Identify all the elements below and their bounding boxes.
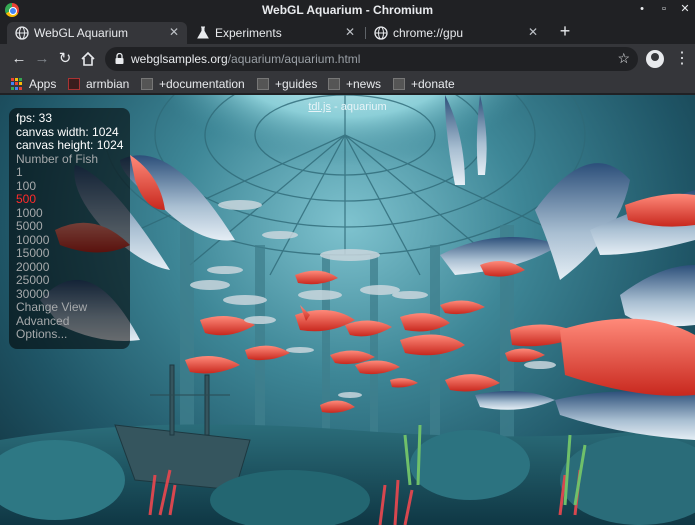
bookmark-news[interactable]: +news	[328, 76, 388, 92]
bookmarks-bar: Apps armbian +documentation +guides +new…	[0, 74, 695, 94]
bookmark-star-icon[interactable]: ☆	[617, 50, 630, 67]
url-text: webglsamples.org/aquarium/aquarium.html	[131, 52, 360, 66]
globe-icon	[15, 26, 29, 40]
bookmark-label: +documentation	[159, 77, 245, 91]
window-title: WebGL Aquarium - Chromium	[261, 3, 434, 17]
tab-webgl-aquarium[interactable]: WebGL Aquarium ✕	[7, 22, 187, 44]
profile-avatar[interactable]	[646, 50, 664, 68]
bookmark-label: +guides	[275, 77, 318, 91]
apps-grid-icon	[11, 78, 23, 90]
tab-strip: WebGL Aquarium ✕ Experiments ✕ chrome://…	[0, 20, 695, 44]
minimize-icon[interactable]: •	[635, 2, 649, 16]
change-view-option[interactable]: Change View	[16, 300, 87, 315]
tab-label: WebGL Aquarium	[34, 26, 129, 40]
home-icon	[81, 51, 95, 66]
maximize-icon[interactable]: ▫	[657, 2, 671, 16]
lock-icon	[115, 53, 124, 64]
tab-close-icon[interactable]: ✕	[169, 25, 179, 39]
reload-button[interactable]: ↻	[56, 50, 74, 68]
armbian-favicon-icon	[68, 78, 80, 90]
bookmark-documentation[interactable]: +documentation	[141, 76, 251, 92]
page-favicon-icon	[257, 78, 269, 90]
bookmark-guides[interactable]: +guides	[257, 76, 327, 92]
tab-experiments[interactable]: Experiments ✕	[188, 22, 363, 44]
number-of-fish-heading: Number of Fish	[16, 152, 99, 166]
address-bar[interactable]: webglsamples.org/aquarium/aquarium.html …	[105, 47, 638, 71]
url-path: /aquarium/aquarium.html	[227, 52, 361, 66]
fish-option-15000[interactable]: 15000	[16, 246, 49, 261]
page-favicon-icon	[393, 78, 405, 90]
page-favicon-icon	[328, 78, 340, 90]
menu-kebab-icon[interactable]: ⋮	[674, 50, 690, 68]
fish-option-500-selected[interactable]: 500	[16, 192, 36, 207]
globe-icon	[374, 26, 388, 40]
bookmark-apps[interactable]: Apps	[11, 76, 61, 92]
url-host: webglsamples.org	[131, 52, 228, 66]
back-button[interactable]: ←	[10, 50, 28, 68]
fish-option-5000[interactable]: 5000	[16, 219, 43, 234]
tab-label: Experiments	[215, 26, 282, 40]
tab-close-icon[interactable]: ✕	[345, 25, 355, 39]
page-favicon-icon	[141, 78, 153, 90]
forward-button[interactable]: →	[33, 50, 51, 68]
new-tab-button[interactable]: +	[556, 22, 574, 40]
browser-toolbar: ← → ↻ webglsamples.org/aquarium/aquarium…	[0, 44, 695, 74]
tab-label: chrome://gpu	[393, 26, 464, 40]
canvas-height-readout: canvas height: 1024	[16, 138, 124, 152]
fish-option-1[interactable]: 1	[16, 165, 23, 180]
fish-option-25000[interactable]: 25000	[16, 273, 49, 288]
fps-readout: fps: 33	[16, 111, 53, 125]
page-title-suffix: - aquarium	[330, 101, 387, 113]
tab-chrome-gpu[interactable]: chrome://gpu ✕	[366, 22, 546, 44]
bookmark-label: +news	[346, 77, 382, 91]
bookmark-label: armbian	[86, 77, 130, 91]
bookmark-label: +donate	[411, 77, 455, 91]
title-bar: WebGL Aquarium - Chromium • ▫ ✕	[0, 0, 695, 20]
bookmark-donate[interactable]: +donate	[393, 76, 463, 92]
bookmark-armbian[interactable]: armbian	[68, 76, 138, 92]
bookmark-label: Apps	[29, 77, 57, 91]
flask-icon	[197, 26, 209, 39]
tdl-link[interactable]: tdl.js	[308, 101, 331, 113]
close-window-icon[interactable]: ✕	[678, 2, 692, 16]
tab-close-icon[interactable]: ✕	[528, 25, 538, 39]
home-button[interactable]	[79, 50, 97, 68]
options-option[interactable]: Options...	[16, 327, 67, 342]
